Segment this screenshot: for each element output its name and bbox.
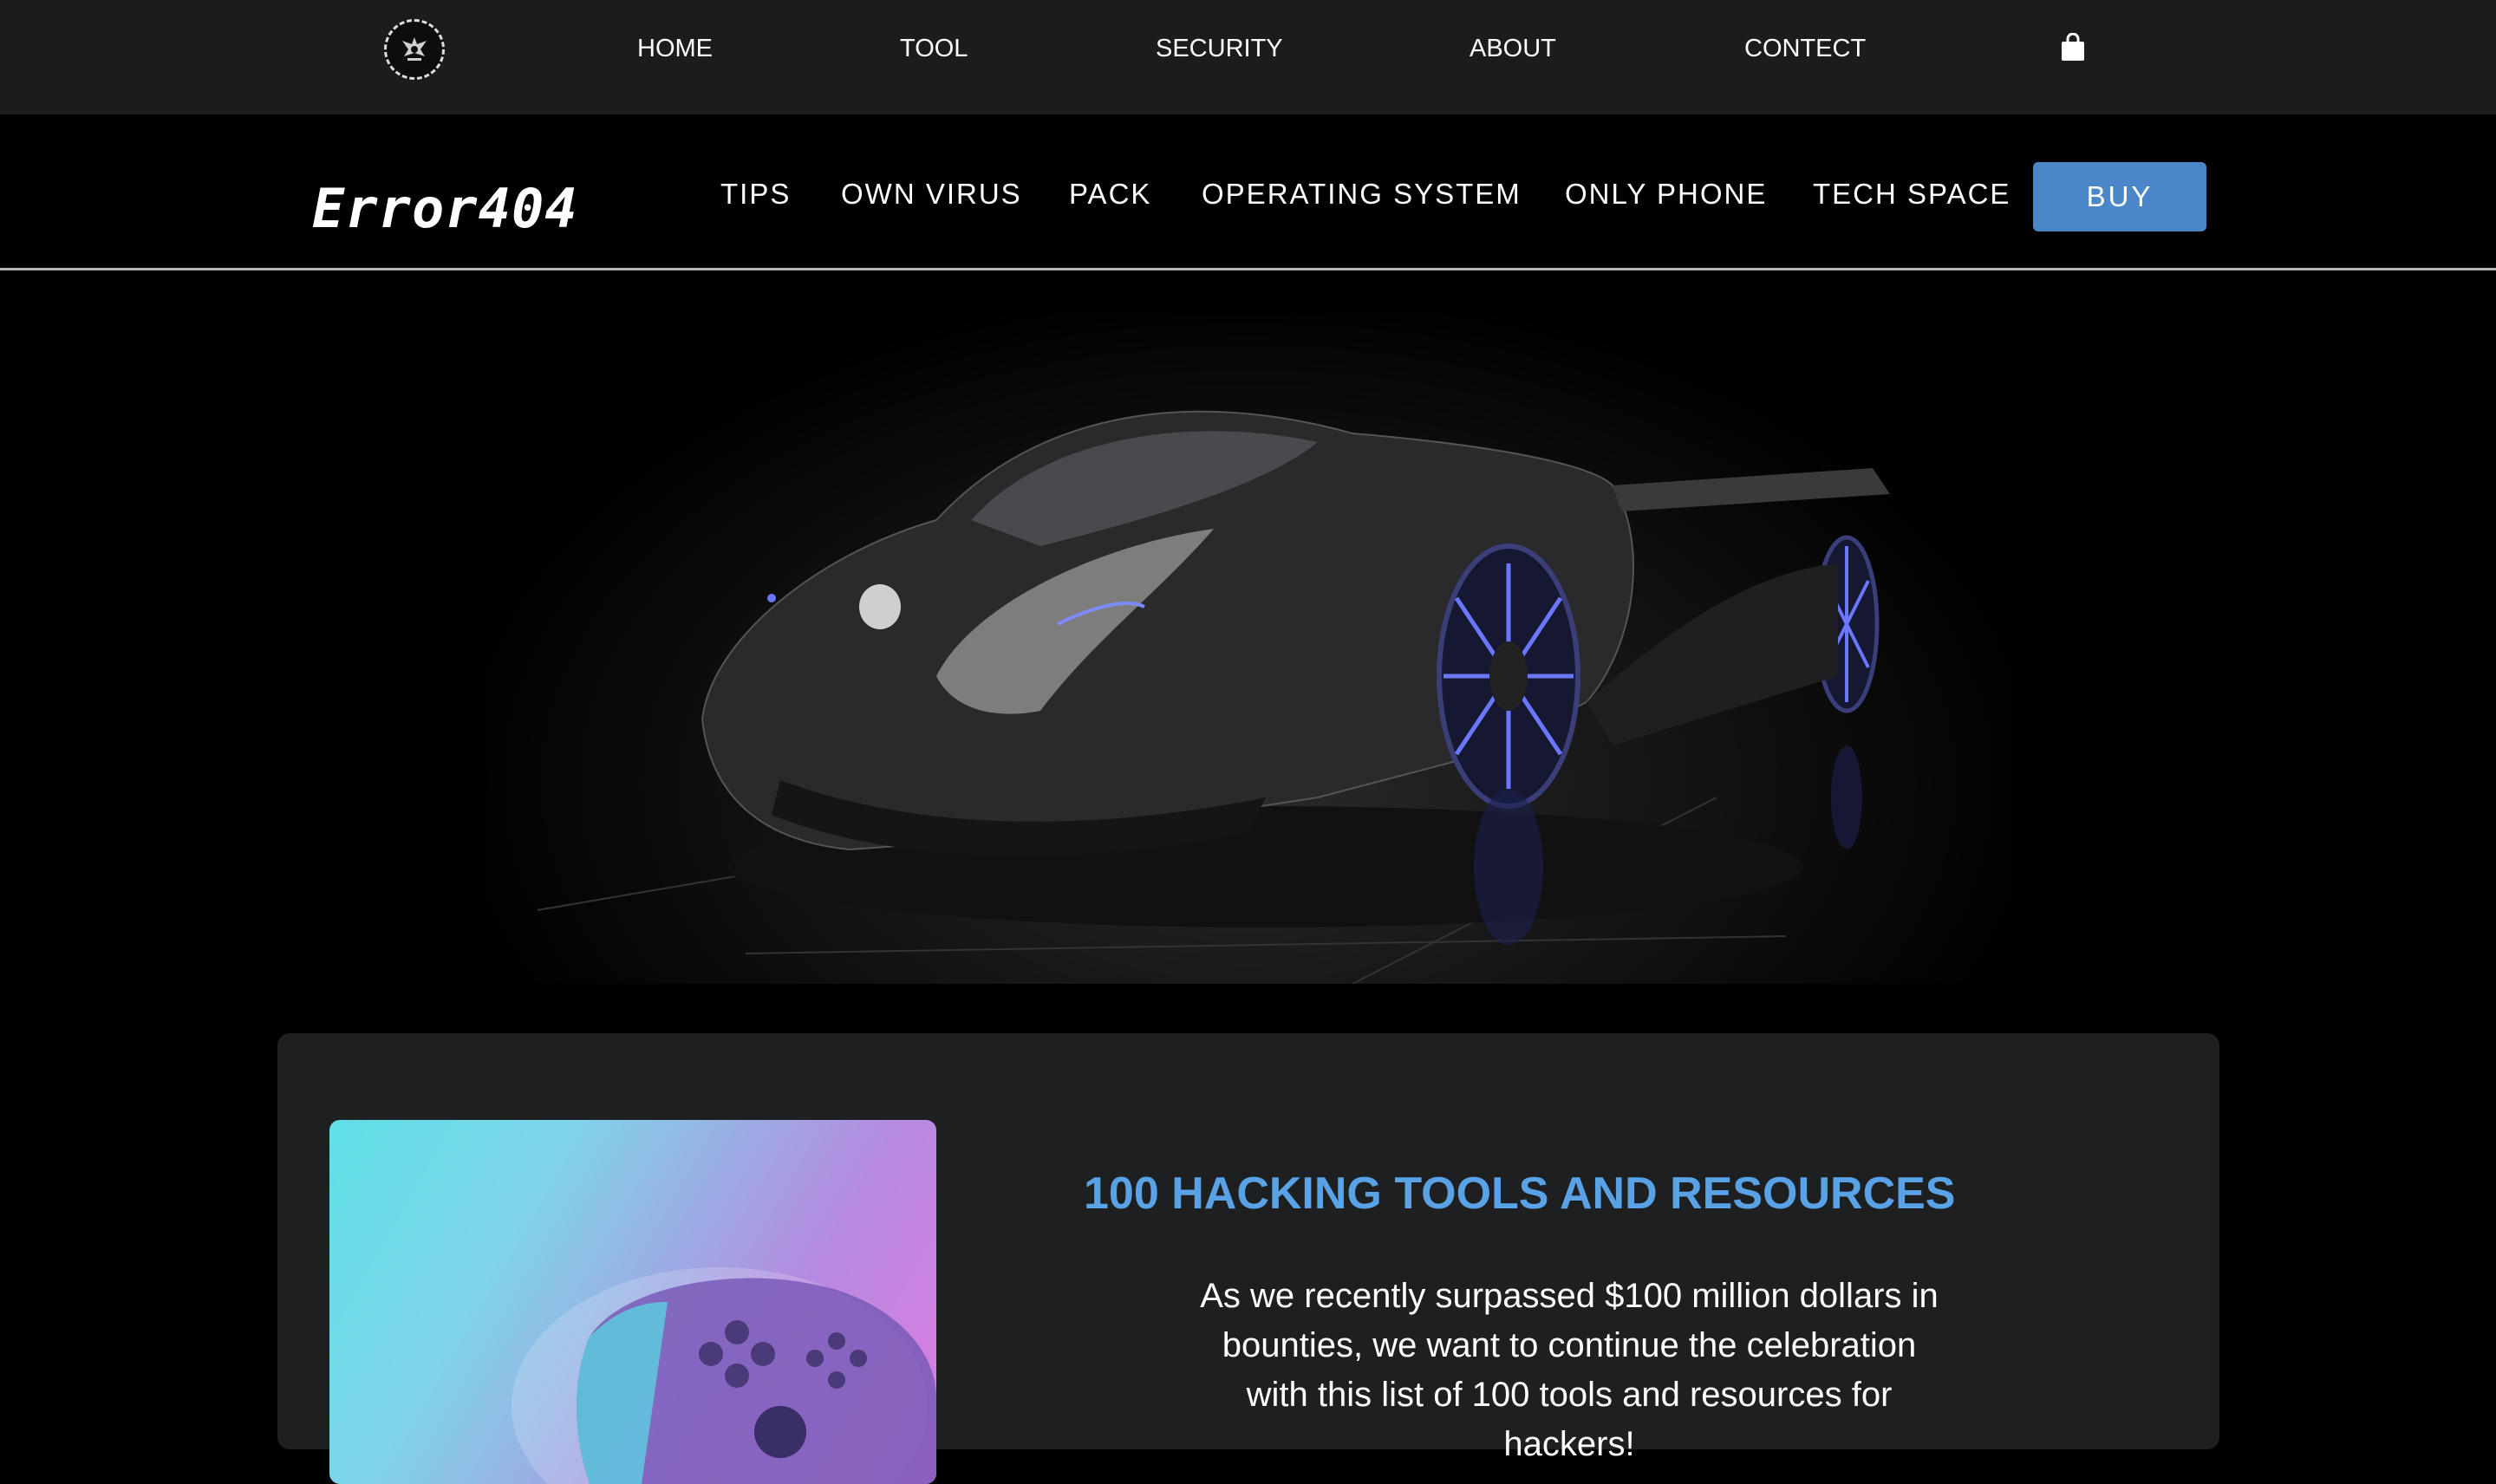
nav-only-phone[interactable]: ONLY PHONE [1565, 175, 1767, 213]
brand-logo[interactable]: Error404 [312, 179, 578, 239]
top-navbar: HOME TOOL SECURITY ABOUT CONTECT [0, 0, 2496, 114]
nav-own-virus[interactable]: OWN VIRUS [841, 175, 1022, 213]
nav-security[interactable]: SECURITY [1156, 31, 1283, 66]
article-card: 100 HACKING TOOLS AND RESOURCES As we re… [277, 1033, 2219, 1484]
article-title[interactable]: 100 HACKING TOOLS AND RESOURCES [277, 1168, 2219, 1220]
nav-tool[interactable]: TOOL [900, 31, 968, 66]
nav-operating-system[interactable]: OPERATING SYSTEM [1202, 175, 1522, 213]
nav-contect[interactable]: CONTECT [1744, 31, 1866, 66]
black-supercar-image [486, 312, 2011, 984]
nav-tech-space[interactable]: TECH SPACE [1813, 175, 2010, 213]
nav-home[interactable]: HOME [637, 31, 713, 66]
nav-tips[interactable]: TIPS [720, 175, 791, 213]
article-text: As we recently surpassed $100 million do… [1200, 1277, 1939, 1463]
nav-pack[interactable]: PACK [1069, 175, 1151, 213]
buy-button[interactable]: BUY [2033, 162, 2206, 231]
eagle-emblem-icon[interactable] [384, 19, 445, 80]
nav-about[interactable]: ABOUT [1470, 31, 1556, 66]
shopping-bag-icon[interactable] [2060, 32, 2086, 67]
